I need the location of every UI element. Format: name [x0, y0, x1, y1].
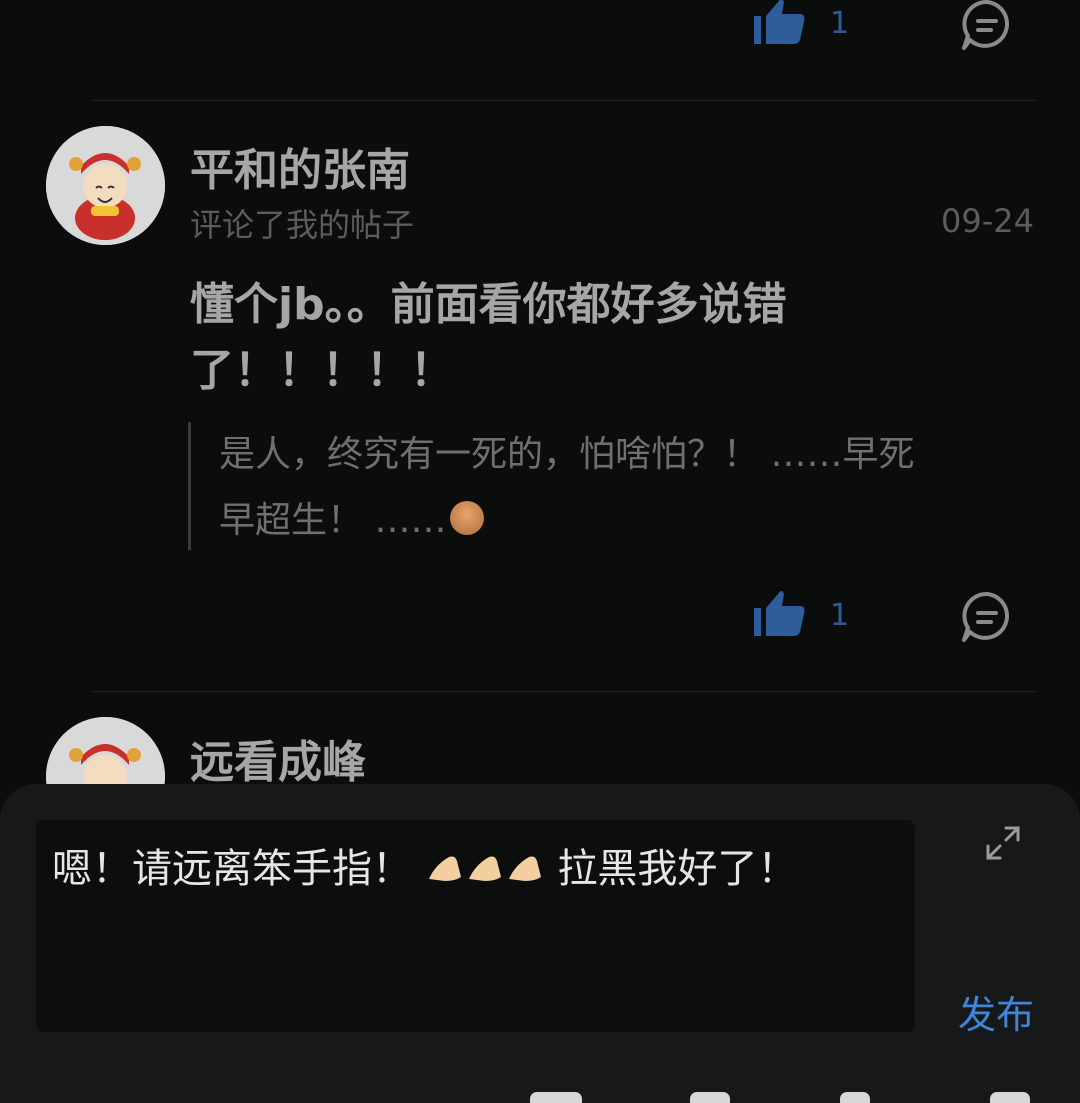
keyboard-key: [690, 1092, 730, 1103]
username[interactable]: 远看成峰: [190, 726, 366, 790]
quote-line-2-wrap: 早超生！ ……: [219, 488, 1028, 554]
quoted-post[interactable]: 是人，终究有一死的，怕啥怕？！ ……早死 早超生！ ……: [188, 422, 1028, 550]
comment-actions: 1: [0, 588, 1080, 648]
comment-context: 评论了我的帖子: [190, 206, 415, 244]
reply-composer: 嗯！请远离笨手指！ 拉黑我好了！ 发布: [0, 784, 1080, 1103]
divider: [92, 100, 1036, 101]
comment-line-1: 懂个jb。。前面看你都好多说错: [190, 279, 787, 330]
reply-text-part2: 拉黑我好了！: [557, 846, 798, 892]
pinched-fingers-icon: [428, 856, 461, 881]
keyboard-key: [530, 1092, 582, 1103]
like-button[interactable]: [752, 588, 808, 640]
like-count: 1: [830, 598, 850, 633]
prev-comment-actions: 1: [0, 0, 1080, 60]
comment-line-2: 了！！！！！: [190, 345, 454, 396]
comment-date: 09-24: [941, 202, 1034, 240]
like-button[interactable]: [752, 0, 808, 48]
avatar[interactable]: [46, 126, 165, 245]
reply-text-part1: 嗯！请远离笨手指！: [52, 846, 412, 892]
avatar-icon: [46, 126, 165, 245]
like-count: 1: [830, 6, 850, 41]
thumbs-up-icon: [754, 591, 805, 636]
comment-icon[interactable]: [958, 0, 1016, 54]
keyboard-key: [990, 1092, 1030, 1103]
thumbs-up-icon: [754, 0, 805, 44]
comment-icon[interactable]: [958, 588, 1016, 646]
expand-icon[interactable]: [984, 824, 1022, 862]
notification-page: 1 平和的张南 评论了我的帖子 09-24 懂个jb。。前面看你都好多说错 了！…: [0, 0, 1080, 1103]
pinched-fingers-icon: [508, 856, 541, 881]
pinched-fingers-icon: [468, 856, 501, 881]
comment-text[interactable]: 懂个jb。。前面看你都好多说错 了！！！！！: [190, 272, 890, 404]
quote-line-2: 早超生！ ……: [219, 500, 447, 541]
quote-line-1: 是人，终究有一死的，怕啥怕？！ ……早死: [219, 434, 915, 475]
username[interactable]: 平和的张南: [190, 134, 410, 198]
reply-input[interactable]: 嗯！请远离笨手指！ 拉黑我好了！: [36, 820, 915, 1032]
publish-button[interactable]: 发布: [958, 984, 1034, 1039]
emoji-face-icon: [450, 501, 485, 535]
divider: [92, 691, 1036, 692]
keyboard-key: [840, 1092, 870, 1103]
